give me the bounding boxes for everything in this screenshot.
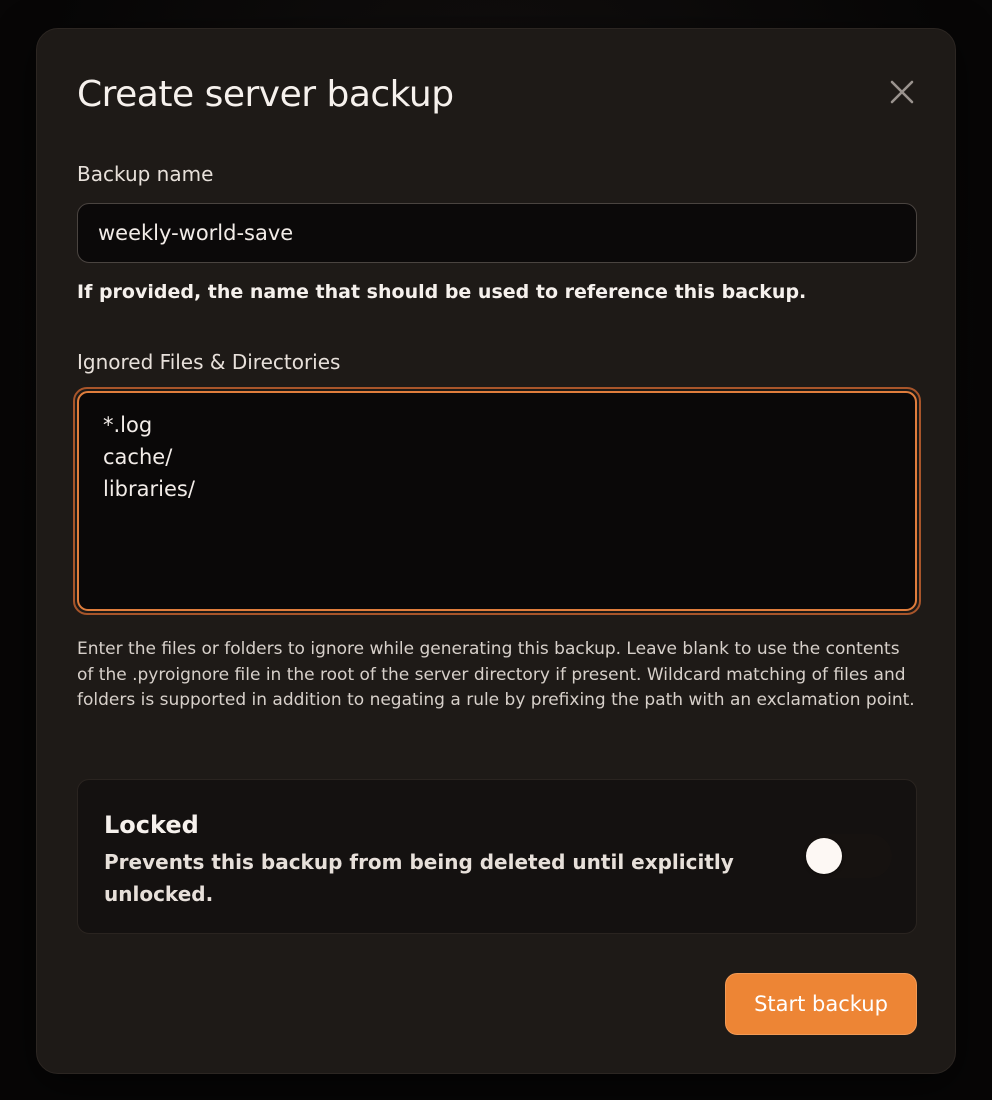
ignored-files-focus-ring: *.log cache/ libraries/ xyxy=(73,387,921,615)
dialog-title: Create server backup xyxy=(77,74,454,115)
locked-option-description: Prevents this backup from being deleted … xyxy=(104,850,734,906)
ignored-files-label: Ignored Files & Directories xyxy=(77,350,341,374)
locked-option-title: Locked xyxy=(104,811,199,839)
start-backup-button[interactable]: Start backup xyxy=(725,973,917,1035)
backup-name-hint: If provided, the name that should be use… xyxy=(77,281,807,303)
ignored-files-help-text: Enter the files or folders to ignore whi… xyxy=(77,639,915,710)
ignored-files-textarea[interactable]: *.log cache/ libraries/ xyxy=(77,391,917,611)
close-button[interactable] xyxy=(885,75,919,109)
locked-option-card: Locked Prevents this backup from being d… xyxy=(77,779,917,934)
close-icon xyxy=(890,80,914,104)
toggle-knob xyxy=(806,838,842,874)
locked-toggle[interactable] xyxy=(804,834,892,878)
backup-name-input[interactable] xyxy=(77,203,917,263)
create-backup-dialog: Create server backup Backup name If prov… xyxy=(36,28,956,1074)
backup-name-label: Backup name xyxy=(77,162,214,186)
